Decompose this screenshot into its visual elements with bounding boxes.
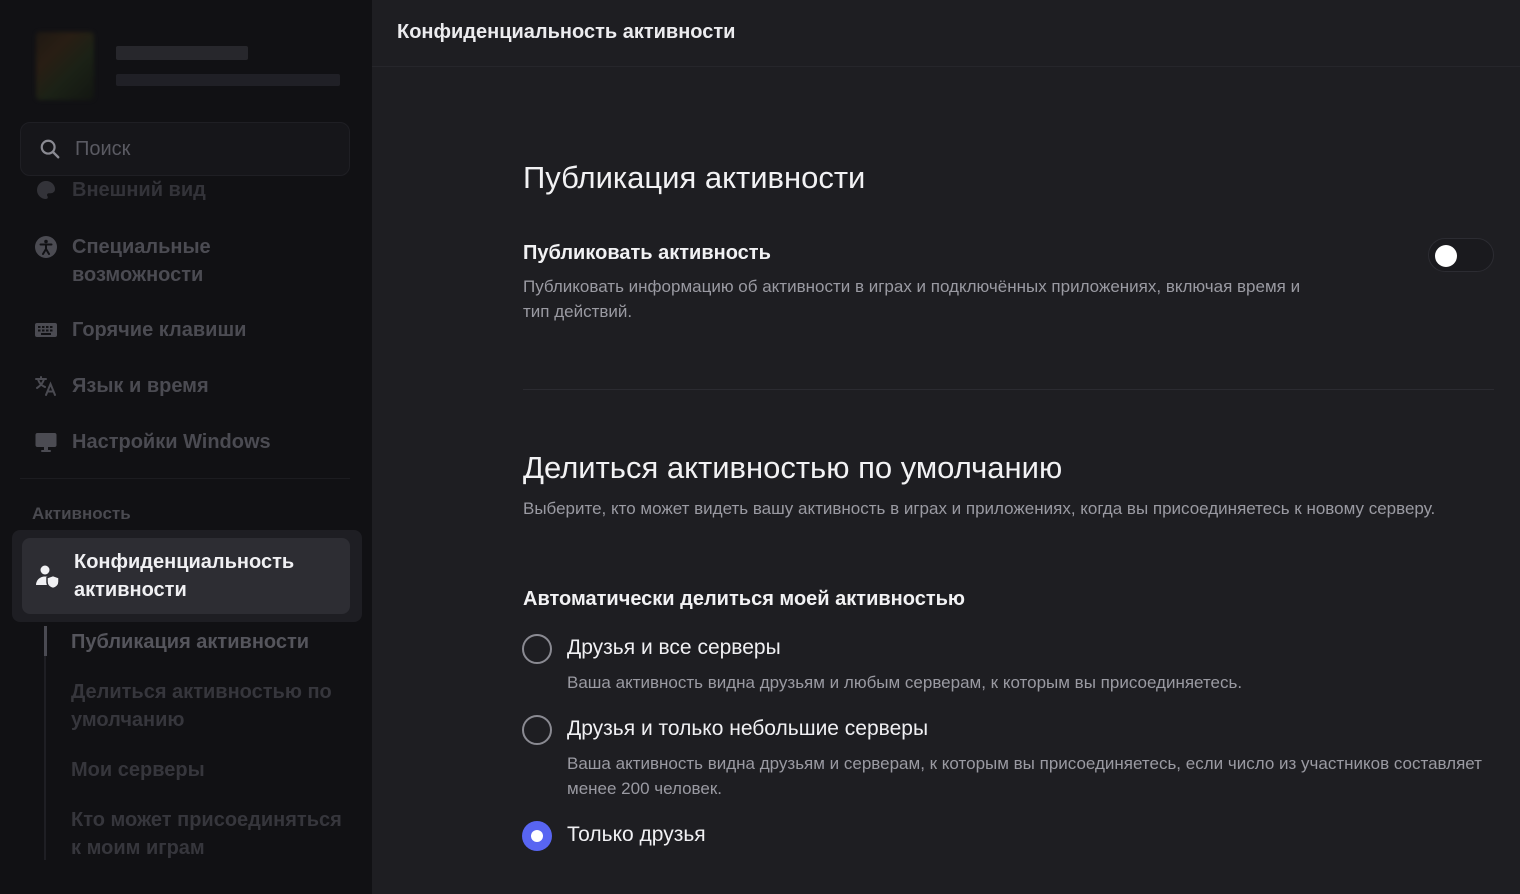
sidebar: Внешний вид Поиск Специальные возможност… — [0, 0, 372, 894]
sub-item-my-servers[interactable]: Мои серверы — [71, 756, 351, 784]
sub-nav-indicator — [44, 626, 47, 656]
avatar — [36, 32, 94, 100]
keyboard-icon — [32, 316, 60, 344]
sub-nav-track — [44, 626, 46, 860]
sidebar-item-activity-privacy[interactable]: Конфиденциальность активности — [22, 538, 350, 614]
sidebar-item-language[interactable]: Язык и время — [32, 372, 209, 400]
sidebar-item-accessibility[interactable]: Специальные возможности — [32, 233, 292, 289]
top-bar: Конфиденциальность активности — [372, 0, 1520, 67]
radio-button[interactable] — [522, 634, 552, 664]
main-content: Конфиденциальность активности Публикация… — [372, 0, 1520, 894]
accessibility-icon — [32, 233, 60, 261]
user-shield-icon — [36, 565, 60, 590]
translate-icon — [32, 372, 60, 400]
radio-button[interactable] — [522, 715, 552, 745]
palette-icon — [32, 176, 60, 204]
sidebar-item-windows-settings[interactable]: Настройки Windows — [32, 428, 271, 456]
profile-name-blurred — [116, 46, 248, 60]
page-title: Конфиденциальность активности — [397, 21, 736, 43]
auto-share-group-title: Автоматически делиться моей активностью — [523, 588, 965, 610]
publish-activity-title: Публиковать активность — [523, 242, 771, 264]
search-icon — [40, 139, 60, 159]
toggle-knob — [1435, 245, 1457, 267]
default-sharing-description: Выберите, кто может видеть вашу активнос… — [523, 499, 1436, 518]
sub-item-publication[interactable]: Публикация активности — [71, 628, 351, 656]
sub-item-default-sharing[interactable]: Делиться активностью по умолчанию — [71, 678, 351, 734]
search-placeholder: Поиск — [75, 137, 131, 160]
profile-subtitle-blurred — [116, 74, 340, 86]
sidebar-divider — [20, 478, 350, 479]
sidebar-section-label: Активность — [32, 504, 131, 523]
section-heading-publication: Публикация активности — [523, 160, 866, 195]
sidebar-active-group: Конфиденциальность активности — [12, 530, 362, 622]
publish-activity-description: Публиковать информацию об активности в и… — [523, 277, 1301, 321]
section-heading-default-sharing: Делиться активностью по умолчанию — [523, 450, 1063, 485]
publish-activity-toggle[interactable] — [1428, 238, 1494, 272]
sidebar-item-hotkeys[interactable]: Горячие клавиши — [32, 316, 246, 344]
section-divider — [523, 389, 1494, 390]
user-profile[interactable] — [36, 32, 356, 104]
monitor-icon — [32, 428, 60, 456]
sidebar-item-appearance[interactable]: Внешний вид — [32, 176, 206, 204]
radio-button-selected[interactable] — [522, 821, 552, 851]
search-input[interactable]: Поиск — [20, 122, 350, 176]
sub-item-who-can-join[interactable]: Кто может присоединяться к моим играм — [71, 806, 351, 862]
